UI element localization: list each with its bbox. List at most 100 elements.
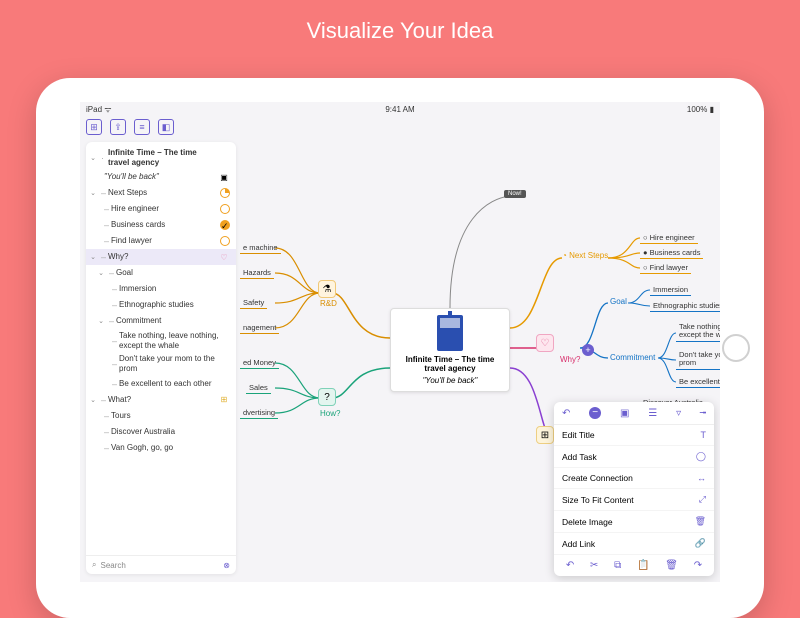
outline-subtitle-row[interactable]: "You'll be back" ▣ (86, 169, 236, 185)
menu-item-label: Size To Fit Content (562, 495, 634, 505)
image-badge-icon: ▣ (218, 173, 230, 182)
node-how[interactable]: How? (316, 408, 344, 419)
add-child-button[interactable]: + (582, 344, 594, 356)
chevron-down-icon: ⌄ (88, 396, 98, 404)
node-next[interactable]: ◔ Next Steps (558, 250, 612, 261)
device-label: iPad ᯤ (86, 104, 112, 115)
menu-item-label: Edit Title (562, 430, 595, 440)
outline-item[interactable]: –Don't take your mom to the prom (86, 352, 236, 375)
connection-icon: ↔ (697, 473, 706, 483)
outline-item[interactable]: –Discover Australia (86, 424, 236, 440)
node-rd[interactable]: R&D (316, 298, 341, 309)
link-icon: 🔗 (695, 538, 706, 549)
undo-icon[interactable]: ↶ (562, 408, 570, 419)
outline-item-label: Next Steps (108, 188, 217, 198)
context-menu: ↶ − ▣ ☰ ▿ ╼ Edit Title T Add Task◯ Create… (554, 402, 714, 576)
image-icon[interactable]: ▣ (620, 408, 629, 419)
outline-item[interactable]: –Tours (86, 408, 236, 424)
outline-item-commitment[interactable]: ⌄–Commitment (86, 313, 236, 329)
menu-item-label: Add Link (562, 539, 595, 549)
node[interactable]: e machine (240, 242, 281, 254)
text-icon: T (701, 430, 707, 440)
node[interactable]: ● Business cards (640, 247, 703, 259)
node[interactable]: Hazards (240, 267, 274, 279)
node-why[interactable]: Why? (556, 354, 584, 365)
circle-icon: ◯ (696, 451, 706, 462)
node[interactable]: Be excellent to each other (676, 376, 720, 388)
cut-icon[interactable]: ✂ (590, 560, 598, 571)
share-icon[interactable]: ⇪ (110, 119, 126, 135)
panel-icon[interactable]: ◧ (158, 119, 174, 135)
node[interactable]: dvertising (240, 407, 278, 419)
menu-item-add-task[interactable]: Add Task◯ (554, 446, 714, 468)
hero-title: Visualize Your Idea (0, 0, 800, 54)
menu-item-edit-title[interactable]: Edit Title T (554, 425, 714, 446)
outline-item[interactable]: –Take nothing, leave nothing, except the… (86, 329, 236, 352)
search-bar[interactable]: ⌕ Search ⊗ (86, 555, 236, 574)
node[interactable]: nagement (240, 322, 279, 334)
node[interactable]: Sales (246, 382, 271, 394)
link-icon[interactable]: ╼ (700, 408, 706, 419)
copy-icon[interactable]: ⧉ (614, 560, 621, 571)
outline-item[interactable]: –Be excellent to each other (86, 376, 236, 392)
clear-icon[interactable]: ⊗ (223, 561, 230, 570)
node-commitment[interactable]: Commitment (606, 352, 659, 363)
node[interactable]: Ethnographic studies (650, 300, 720, 312)
note-icon[interactable]: ☰ (648, 408, 657, 419)
chevron-down-icon: ⌄ (88, 189, 98, 197)
node[interactable]: Don't take your mom to the prom (676, 350, 720, 370)
node[interactable]: Safety (240, 297, 267, 309)
outline-item[interactable]: –Hire engineer (86, 201, 236, 217)
paste-icon[interactable]: 📋 (637, 560, 649, 571)
menu-item-create-connection[interactable]: Create Connection↔ (554, 468, 714, 489)
status-partial-icon (220, 188, 230, 198)
mindmap-canvas[interactable]: Now! Infinite Time – The time travel age… (240, 138, 720, 582)
node[interactable]: Take nothing, leave nothing, except the … (676, 322, 720, 342)
outline-section-what[interactable]: ⌄ – What? ⊞ (86, 392, 236, 408)
outline-body[interactable]: ⌄ · Infinite Time – The timetravel agenc… (86, 142, 236, 555)
heart-icon: ♡ (218, 253, 230, 262)
outline-item-label: Take nothing, leave nothing, except the … (119, 331, 230, 350)
grid-icon[interactable]: ⊞ (86, 119, 102, 135)
node[interactable]: Immersion (650, 284, 691, 296)
outline-item[interactable]: –Ethnographic studies (86, 297, 236, 313)
heart-icon: ♡ (536, 334, 554, 352)
outline-item-label: Don't take your mom to the prom (119, 354, 230, 373)
central-title: Infinite Time – The time travel agency (397, 355, 503, 373)
outline-item-goal[interactable]: ⌄–Goal (86, 265, 236, 281)
menu-item-add-link[interactable]: Add Link 🔗 (554, 533, 714, 555)
battery-label: 100% ▮ (687, 105, 714, 114)
outline-item-label: Business cards (111, 220, 217, 230)
undo-icon[interactable]: ↶ (566, 560, 574, 571)
arc-badge: Now! (504, 190, 526, 198)
outline-section-next[interactable]: ⌄ – Next Steps (86, 185, 236, 201)
node[interactable]: ed Money (240, 357, 279, 369)
outline-item[interactable]: –Immersion (86, 281, 236, 297)
home-button[interactable] (722, 334, 750, 362)
outline-item-label: Van Gogh, go, go (111, 443, 230, 453)
app-screen: iPad ᯤ 9:41 AM 100% ▮ ⊞ ⇪ ≡ ◧ ⌄ · Infini… (80, 102, 720, 582)
central-node[interactable]: Infinite Time – The time travel agency "… (390, 308, 510, 392)
outline-item[interactable]: –Find lawyer (86, 233, 236, 249)
funnel-icon[interactable]: ▿ (676, 408, 681, 419)
outline-title-row[interactable]: ⌄ · Infinite Time – The timetravel agenc… (86, 146, 236, 169)
status-empty-icon (220, 236, 230, 246)
list-icon[interactable]: ≡ (134, 119, 150, 135)
node[interactable]: ○ Find lawyer (640, 262, 691, 274)
menu-item-size-fit[interactable]: Size To Fit Content⤢ (554, 489, 714, 511)
outline-section-why[interactable]: ⌄ – Why? ♡ (86, 249, 236, 265)
trash-icon[interactable]: 🗑 (665, 560, 678, 571)
minus-icon[interactable]: − (589, 407, 601, 419)
central-subtitle: "You'll be back" (397, 376, 503, 385)
node-goal[interactable]: Goal (606, 296, 631, 307)
status-bar: iPad ᯤ 9:41 AM 100% ▮ (80, 102, 720, 116)
redo-icon[interactable]: ↷ (694, 560, 702, 571)
outline-item-label: Be excellent to each other (119, 379, 230, 389)
node[interactable]: ○ Hire engineer (640, 232, 698, 244)
outline-item[interactable]: –Business cards✓ (86, 217, 236, 233)
menu-item-label: Delete Image (562, 517, 613, 527)
outline-item[interactable]: –Van Gogh, go, go (86, 440, 236, 456)
menu-item-delete-image[interactable]: Delete Image🗑 (554, 511, 714, 533)
search-icon: ⌕ (92, 560, 96, 570)
grid-badge-icon: ⊞ (218, 395, 230, 404)
